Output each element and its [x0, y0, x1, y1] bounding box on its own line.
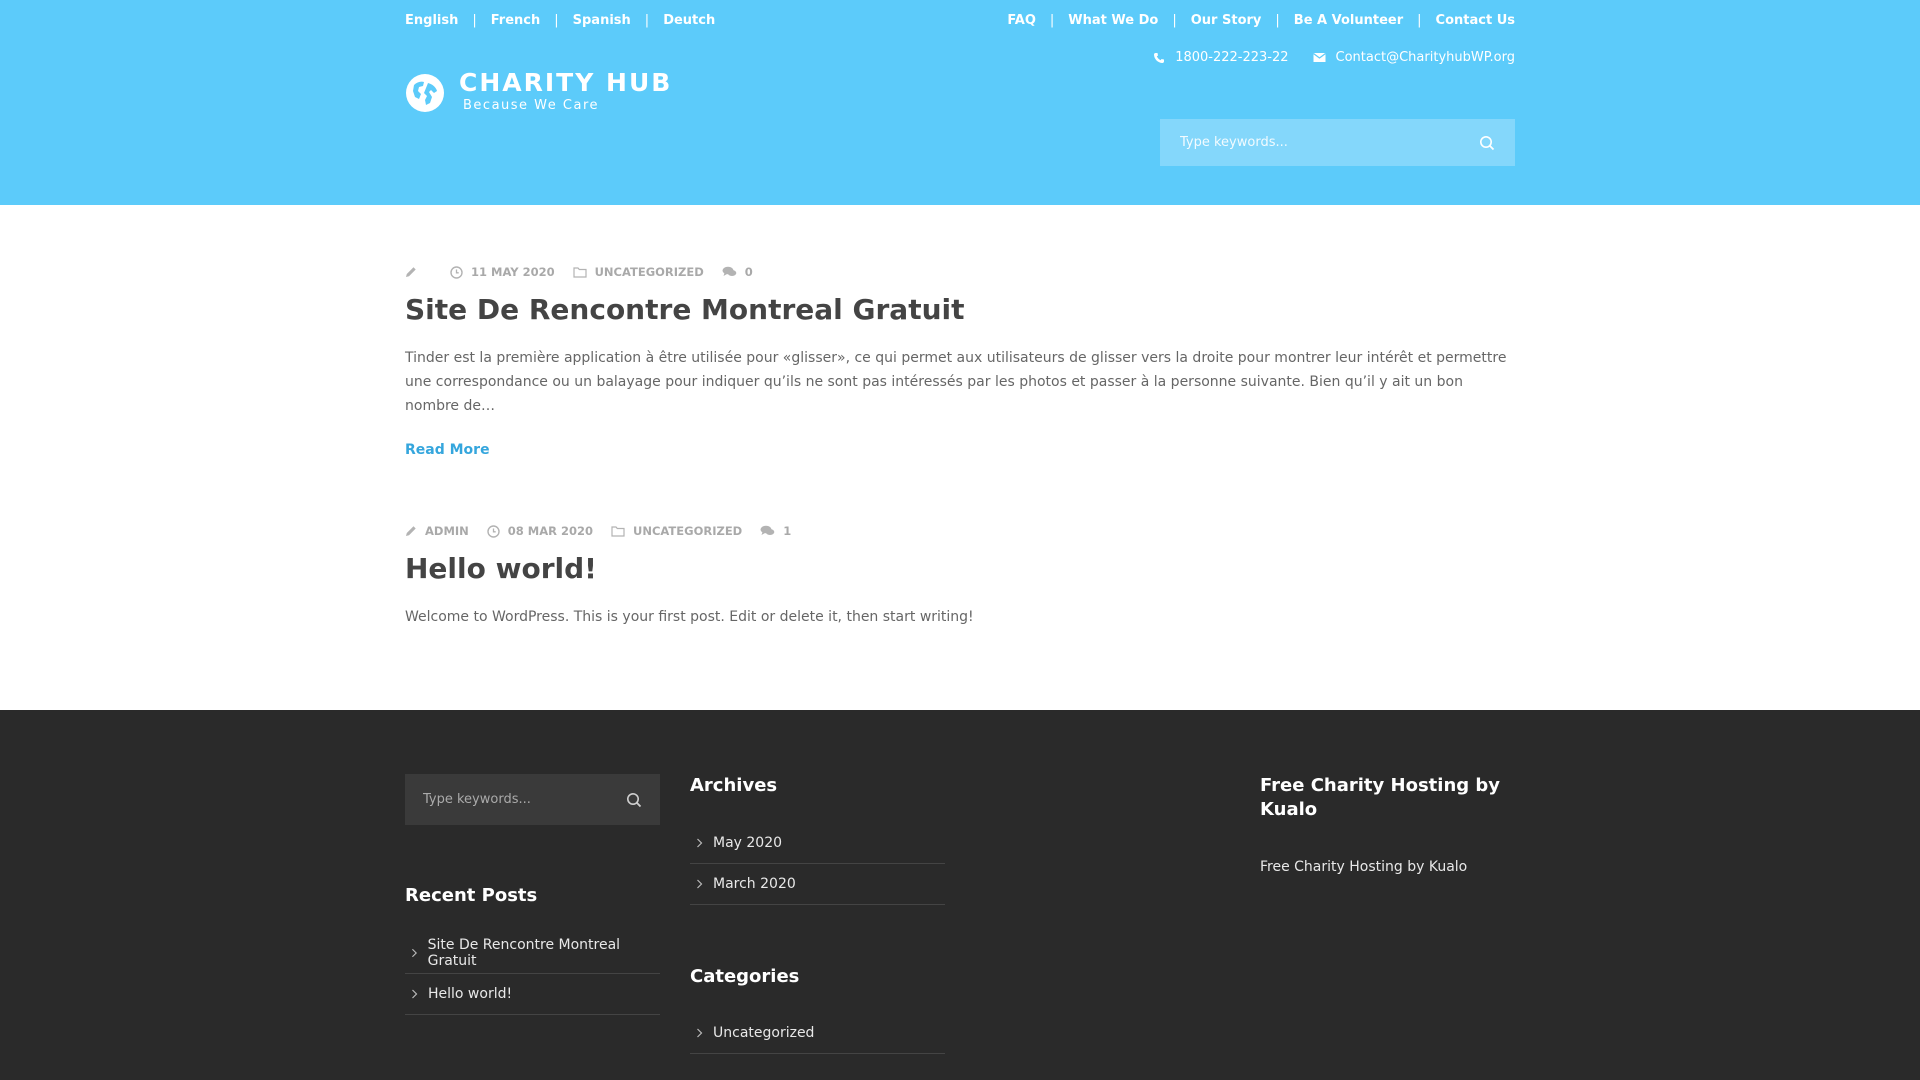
- archives-heading: Archives: [690, 775, 778, 796]
- nav-faq[interactable]: FAQ: [1007, 13, 1036, 28]
- search-icon[interactable]: [626, 792, 642, 808]
- separator: |: [644, 13, 650, 28]
- post-date: 08 MAR 2020: [487, 524, 593, 538]
- list-item[interactable]: Hello world!: [405, 974, 660, 1015]
- pencil-icon: [406, 267, 416, 277]
- nav-what-we-do[interactable]: What We Do: [1068, 13, 1158, 28]
- site-logo[interactable]: CHARITY HUB Because We Care: [405, 68, 672, 113]
- list-item[interactable]: Site De Rencontre Montreal Gratuit: [405, 933, 660, 974]
- post-comments: 0: [722, 265, 753, 279]
- post-article: 11 MAY 2020 UNCATEGORIZED 0 Site De Renc…: [405, 265, 1515, 458]
- categories-heading: Categories: [690, 966, 800, 987]
- post-title[interactable]: Hello world!: [405, 552, 1515, 585]
- search-icon[interactable]: [1479, 135, 1495, 151]
- separator: |: [1275, 13, 1280, 28]
- clock-icon: [450, 265, 463, 279]
- post-excerpt: Welcome to WordPress. This is your first…: [405, 609, 974, 625]
- phone-contact: 1800-222-223-22: [1153, 50, 1289, 65]
- list-item[interactable]: Uncategorized: [690, 1013, 945, 1054]
- brand-tagline: Because We Care: [463, 98, 599, 113]
- post-excerpt: Tinder est la première application à êtr…: [405, 350, 1507, 414]
- recent-posts-list: Site De Rencontre Montreal Gratuit Hello…: [405, 933, 660, 1015]
- chevron-right-icon: [697, 838, 703, 848]
- envelope-icon: [1312, 53, 1326, 62]
- separator: |: [1049, 13, 1055, 28]
- phone-icon: [1154, 52, 1165, 63]
- comments-icon: [760, 525, 775, 535]
- separator: |: [554, 13, 559, 28]
- footer-search-input[interactable]: [423, 792, 626, 807]
- site-header: English | French | Spanish | Deutch FAQ …: [0, 0, 1920, 205]
- lang-deutch[interactable]: Deutch: [663, 13, 715, 28]
- hosting-link[interactable]: Free Charity Hosting by Kualo: [1260, 859, 1467, 875]
- comments-icon: [722, 266, 737, 276]
- post-comments: 1: [760, 524, 791, 538]
- chevron-right-icon: [412, 948, 418, 958]
- folder-icon: [611, 526, 625, 537]
- hosting-heading: Free Charity Hosting by Kualo: [1260, 775, 1501, 820]
- language-switcher: English | French | Spanish | Deutch: [405, 13, 715, 28]
- post-meta: ADMIN 08 MAR 2020 UNCATEGORIZED 1: [405, 524, 1515, 538]
- top-navigation: FAQ | What We Do | Our Story | Be A Volu…: [1007, 13, 1515, 28]
- lang-english[interactable]: English: [405, 13, 458, 28]
- chevron-right-icon: [697, 1028, 703, 1038]
- nav-be-a-volunteer[interactable]: Be A Volunteer: [1294, 13, 1403, 28]
- read-more-link[interactable]: Read More: [405, 442, 490, 458]
- clock-icon: [487, 524, 500, 538]
- separator: |: [1172, 13, 1177, 28]
- email-contact: Contact@CharityhubWP.org: [1312, 50, 1515, 65]
- archives-list: May 2020 March 2020: [690, 823, 945, 905]
- header-search-input[interactable]: [1180, 135, 1479, 150]
- nav-our-story[interactable]: Our Story: [1191, 13, 1262, 28]
- site-footer: Recent Posts Site De Rencontre Montreal …: [0, 710, 1920, 1080]
- post-article: ADMIN 08 MAR 2020 UNCATEGORIZED 1 Hello …: [405, 524, 1515, 629]
- email-address[interactable]: Contact@CharityhubWP.org: [1336, 50, 1515, 65]
- list-item[interactable]: March 2020: [690, 864, 945, 905]
- phone-number[interactable]: 1800-222-223-22: [1175, 50, 1288, 65]
- separator: |: [1417, 13, 1422, 28]
- post-author: [405, 266, 425, 278]
- post-meta: 11 MAY 2020 UNCATEGORIZED 0: [405, 265, 1515, 279]
- folder-icon: [572, 267, 587, 278]
- categories-list: Uncategorized: [690, 1013, 945, 1054]
- post-category: UNCATEGORIZED: [611, 524, 742, 538]
- list-item[interactable]: May 2020: [690, 823, 945, 864]
- header-search: [1160, 119, 1515, 166]
- pencil-icon: [406, 526, 416, 536]
- chevron-right-icon: [412, 989, 418, 999]
- post-date: 11 MAY 2020: [450, 265, 555, 279]
- globe-icon: [406, 74, 444, 112]
- separator: |: [472, 13, 477, 28]
- chevron-right-icon: [697, 879, 703, 889]
- post-title[interactable]: Site De Rencontre Montreal Gratuit: [405, 293, 1515, 326]
- post-author: ADMIN: [405, 524, 469, 538]
- lang-spanish[interactable]: Spanish: [573, 13, 631, 28]
- brand-name: CHARITY HUB: [459, 68, 673, 97]
- brand-block: CHARITY HUB Because We Care: [459, 68, 672, 113]
- contact-info: 1800-222-223-22 Contact@CharityhubWP.org: [1129, 50, 1515, 65]
- nav-contact-us[interactable]: Contact Us: [1436, 13, 1515, 28]
- lang-french[interactable]: French: [491, 13, 541, 28]
- post-category: UNCATEGORIZED: [572, 265, 704, 279]
- recent-posts-heading: Recent Posts: [405, 885, 538, 906]
- footer-search: [405, 774, 660, 825]
